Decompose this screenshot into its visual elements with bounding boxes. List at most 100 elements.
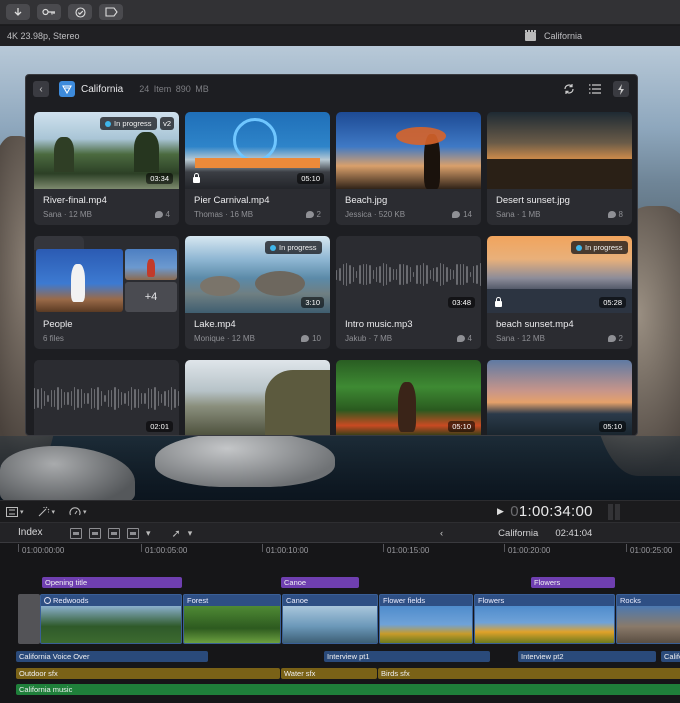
- chevron-left-icon[interactable]: ‹: [440, 528, 443, 539]
- timeline-project-name: California: [498, 528, 539, 539]
- video-clip[interactable]: Rocks: [616, 594, 680, 644]
- waveform-bar: [120, 391, 123, 406]
- waveform-bar: [452, 269, 455, 280]
- timeline[interactable]: 01:00:00:00 01:00:05:00 01:00:10:00 01:0…: [0, 543, 680, 703]
- clip-button[interactable]: [99, 4, 123, 20]
- back-button[interactable]: ‹: [33, 81, 49, 97]
- title-clip[interactable]: Canoe: [281, 577, 359, 588]
- waveform-bar: [77, 388, 79, 409]
- audio-clip[interactable]: Birds sfx: [378, 668, 680, 679]
- waveform-bar: [359, 265, 361, 284]
- comment-count: 4: [456, 334, 472, 343]
- format-label: 4K 23.98p, Stereo: [7, 31, 80, 41]
- duration-badge: 02:01: [146, 421, 173, 432]
- media-card[interactable]: 05:10: [487, 360, 632, 435]
- gap-clip[interactable]: [18, 594, 40, 644]
- ruler-label: 01:00:00:00: [22, 546, 65, 555]
- speed-button[interactable]: ▾: [69, 506, 87, 517]
- comment-icon: [607, 211, 616, 218]
- media-card[interactable]: 05:10: [336, 360, 481, 435]
- audio-clip[interactable]: California music: [16, 684, 680, 695]
- chevron-down-icon[interactable]: ▾: [188, 528, 193, 539]
- media-card[interactable]: 05:10 Pier Carnival.mp4 Thomas · 16 MB 2: [185, 112, 330, 225]
- waveform-bar: [67, 392, 69, 405]
- effects-button[interactable]: ▾: [38, 506, 55, 517]
- media-card[interactable]: 02:01: [34, 360, 179, 435]
- status-badge: In progress: [100, 117, 157, 130]
- timeline-ruler[interactable]: 01:00:00:00 01:00:05:00 01:00:10:00 01:0…: [0, 543, 680, 559]
- waveform-bar: [439, 263, 441, 286]
- timecode-display[interactable]: ▶ 01:00:34:00: [497, 503, 593, 520]
- audio-clip[interactable]: California Voice Over: [16, 651, 208, 662]
- insert-clip-icon[interactable]: [89, 528, 101, 539]
- thumbnail: 05:10: [336, 360, 481, 435]
- audio-clip[interactable]: Outdoor sfx: [16, 668, 280, 679]
- file-meta: Sana · 1 MB: [496, 210, 541, 219]
- approve-button[interactable]: [68, 4, 92, 20]
- media-card[interactable]: In progress v2 03:34 River-final.mp4 San…: [34, 112, 179, 225]
- quick-action-button[interactable]: [613, 81, 629, 97]
- app-window: 4K 23.98p, Stereo California ‹ Californi…: [0, 0, 680, 703]
- waveform-bar: [376, 267, 378, 282]
- waveform-bar: [57, 386, 59, 411]
- folder-card[interactable]: +4 People 6 files: [34, 236, 179, 349]
- waveform-bar: [349, 265, 351, 284]
- video-clip[interactable]: Flowers: [474, 594, 615, 644]
- waveform-bar: [40, 387, 42, 410]
- more-count: +4: [125, 282, 177, 312]
- import-button[interactable]: [6, 4, 30, 20]
- title-clip[interactable]: Flowers: [531, 577, 615, 588]
- media-card[interactable]: In progress 05:28 beach sunset.mp4 Sana …: [487, 236, 632, 349]
- clip-name: Flower fields: [383, 596, 426, 605]
- audio-clip[interactable]: Interview pt2: [518, 651, 656, 662]
- media-card[interactable]: 03:48 Intro music.mp3 Jakub · 7 MB 4: [336, 236, 481, 349]
- waveform-bar: [479, 263, 481, 286]
- wand-icon: [38, 506, 49, 517]
- library-meta: 24 Item 890 MB: [139, 84, 209, 94]
- audio-clip[interactable]: Water sfx: [281, 668, 377, 679]
- waveform-bar: [339, 268, 341, 281]
- key-icon: [42, 8, 55, 16]
- view-options-button[interactable]: ▾: [6, 506, 24, 517]
- index-button[interactable]: Index: [18, 527, 42, 538]
- sync-button[interactable]: [561, 81, 577, 97]
- video-clip[interactable]: Canoe: [282, 594, 378, 644]
- waveform-bar: [60, 389, 63, 408]
- timeline-duration: 02:41:04: [555, 528, 593, 539]
- waveform-bar: [167, 390, 170, 407]
- waveform-bar: [409, 266, 411, 283]
- media-card[interactable]: [185, 360, 330, 435]
- waveform-bar: [164, 390, 166, 407]
- audio-clip[interactable]: Interview pt1: [324, 651, 490, 662]
- media-browser-panel: ‹ California 24 Item 890 MB In progress …: [25, 74, 638, 436]
- chevron-down-icon: ▾: [83, 508, 87, 516]
- waveform-bar: [336, 269, 338, 280]
- keyword-button[interactable]: [37, 4, 61, 20]
- play-icon[interactable]: ▶: [497, 506, 504, 517]
- comment-count: 2: [305, 210, 321, 219]
- version-badge: v2: [160, 117, 174, 130]
- media-card[interactable]: Beach.jpg Jessica · 520 KB 14: [336, 112, 481, 225]
- audio-clip[interactable]: Califo: [661, 651, 680, 662]
- connect-clip-icon[interactable]: [70, 528, 82, 539]
- video-clip[interactable]: Redwoods: [40, 594, 182, 644]
- overwrite-clip-icon[interactable]: [127, 528, 139, 539]
- list-view-button[interactable]: [587, 81, 603, 97]
- download-icon: [14, 8, 22, 16]
- waveform-bar: [386, 263, 388, 286]
- media-card[interactable]: Desert sunset.jpg Sana · 1 MB 8: [487, 112, 632, 225]
- video-clip[interactable]: Flower fields: [379, 594, 473, 644]
- media-card[interactable]: In progress 3:10 Lake.mp4 Monique · 12 M…: [185, 236, 330, 349]
- select-tool-icon[interactable]: ➚: [172, 527, 181, 540]
- waveform-bar: [50, 389, 52, 408]
- waveform-bar: [64, 392, 66, 405]
- chevron-down-icon[interactable]: ▾: [146, 528, 151, 539]
- waveform-bar: [406, 264, 408, 285]
- file-meta: Jakub · 7 MB: [345, 334, 393, 343]
- waveform-bar: [110, 390, 113, 407]
- duration-badge: 03:48: [448, 297, 475, 308]
- status-dot-icon: [105, 120, 111, 127]
- append-clip-icon[interactable]: [108, 528, 120, 539]
- title-clip[interactable]: Opening title: [42, 577, 182, 588]
- video-clip[interactable]: Forest: [183, 594, 281, 644]
